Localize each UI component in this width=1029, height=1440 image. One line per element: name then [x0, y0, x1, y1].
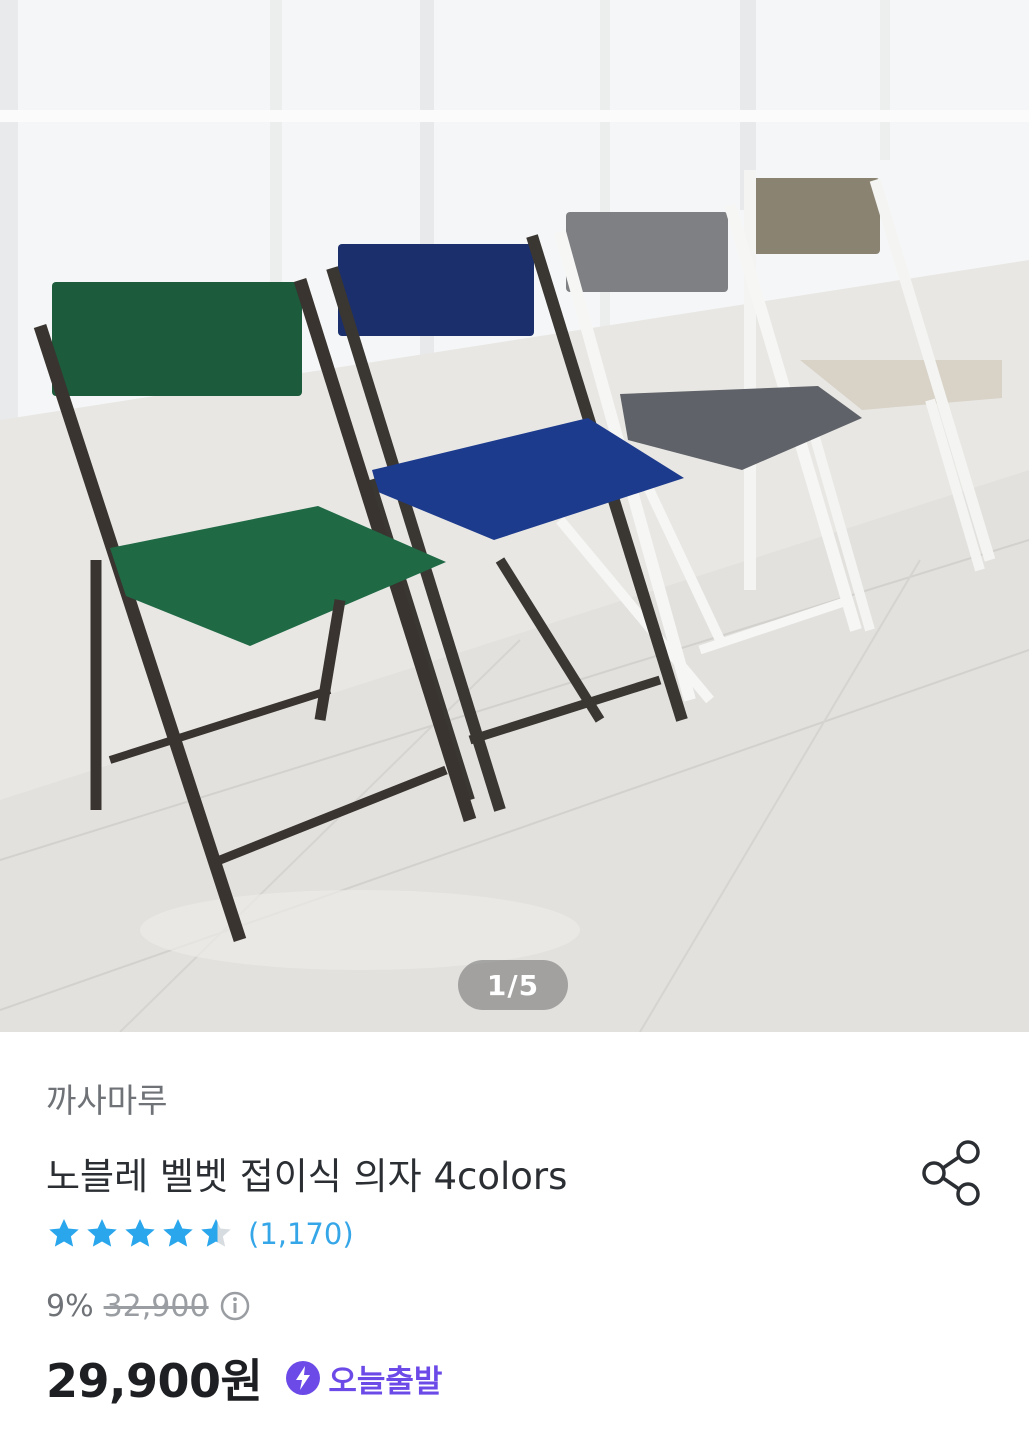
discount-rate: 9%: [46, 1288, 94, 1324]
star-half-icon: [201, 1219, 231, 1247]
review-count-link[interactable]: (1,170): [248, 1217, 354, 1251]
original-price: 32,900: [103, 1288, 209, 1324]
info-icon[interactable]: [219, 1290, 251, 1322]
lightning-icon: [286, 1361, 321, 1395]
star-full-icon: [49, 1219, 79, 1247]
star-rating: [46, 1216, 234, 1252]
image-counter: 1/5: [458, 960, 568, 1010]
share-button[interactable]: [918, 1138, 984, 1208]
product-photo: [0, 0, 1029, 1032]
star-full-icon: [163, 1219, 193, 1247]
product-info: 까사마루 노블레 벨벳 접이식 의자 4colors (1,170) 9% 32…: [0, 1032, 1029, 1440]
discount-row: 9% 32,900: [46, 1284, 251, 1328]
share-icon: [922, 1140, 980, 1206]
star-full-icon: [125, 1219, 155, 1247]
product-image-gallery[interactable]: 1/5: [0, 0, 1029, 1032]
rating-row[interactable]: (1,170): [46, 1212, 354, 1256]
badge-label: 오늘출발: [328, 1363, 443, 1400]
price-row: 29,900원 오늘출발: [46, 1348, 442, 1408]
sale-price: 29,900원: [46, 1354, 263, 1408]
star-full-icon: [87, 1219, 117, 1247]
today-delivery-badge: 오늘출발: [284, 1356, 442, 1401]
brand-name[interactable]: 까사마루: [46, 1074, 167, 1122]
product-title: 노블레 벨벳 접이식 의자 4colors: [46, 1155, 568, 1198]
